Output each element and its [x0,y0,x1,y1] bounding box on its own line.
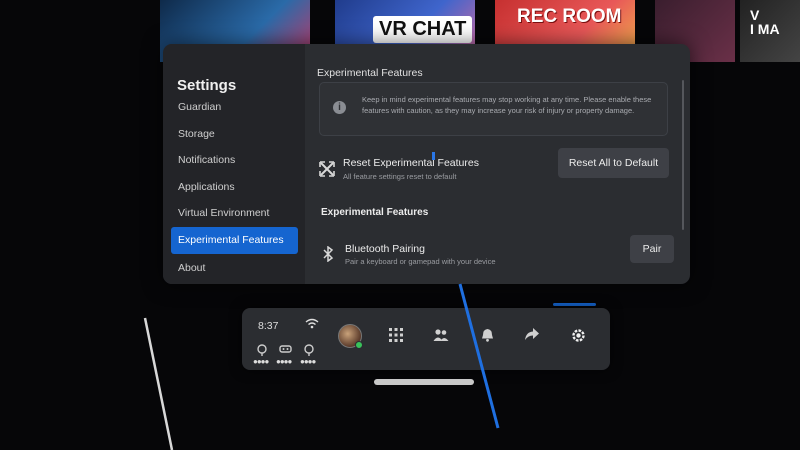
controller-pointer-beams [143,283,500,450]
